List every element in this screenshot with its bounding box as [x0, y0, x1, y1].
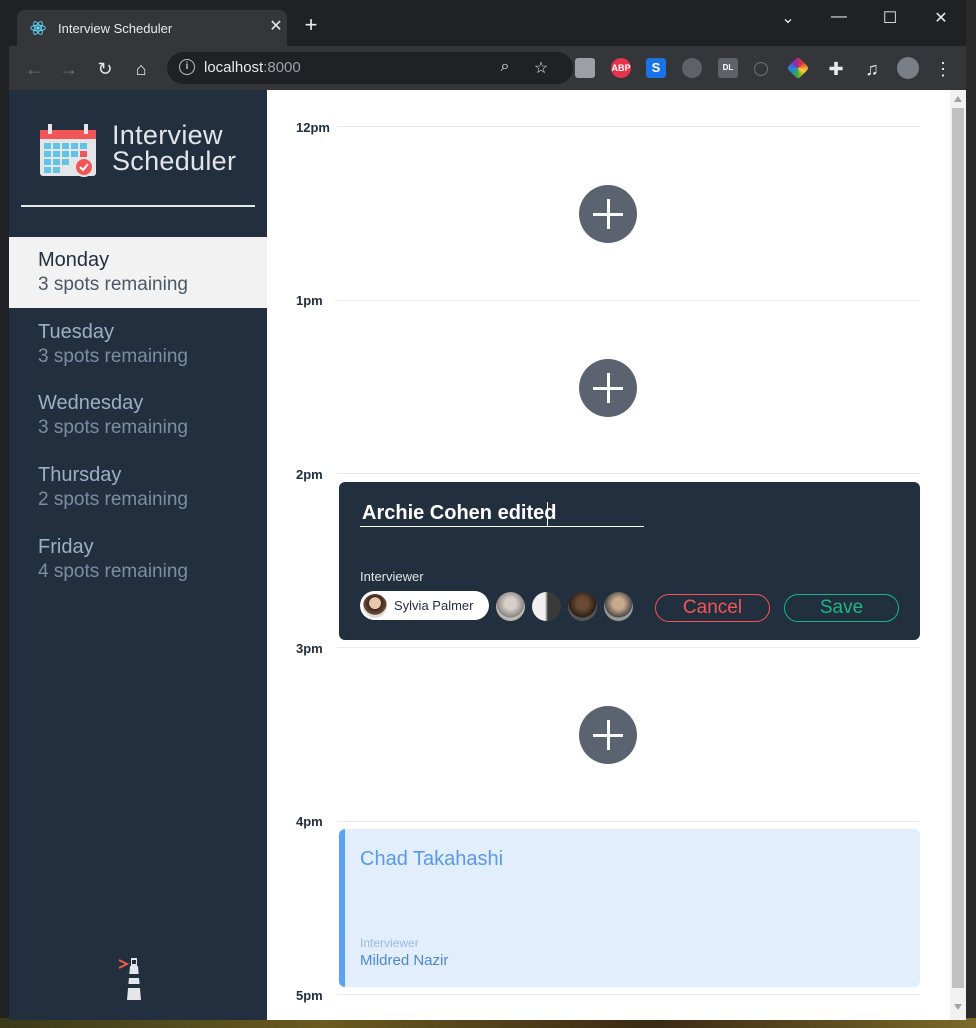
scroll-down-arrow-icon[interactable] — [954, 1004, 962, 1010]
day-spots: 3 spots remaining — [38, 346, 188, 367]
interviewer-avatar[interactable] — [604, 592, 633, 621]
bookmark-star-icon[interactable]: ☆ — [531, 58, 551, 78]
brand-divider — [21, 205, 255, 207]
profile-avatar[interactable] — [897, 57, 919, 79]
time-divider — [337, 821, 920, 822]
extension-lightbulb-icon[interactable] — [575, 58, 595, 78]
page-viewport: Interview Scheduler Monday 3 spots remai… — [9, 90, 966, 1020]
time-label-1pm: 1pm — [296, 293, 323, 308]
save-button[interactable]: Save — [784, 594, 899, 622]
tab-title: Interview Scheduler — [58, 21, 173, 36]
vertical-scrollbar[interactable] — [950, 90, 966, 1020]
tab-interview-scheduler[interactable]: Interview Scheduler ✕ — [17, 10, 287, 46]
new-tab-button[interactable]: + — [299, 14, 323, 36]
time-divider — [337, 647, 920, 648]
browser-toolbar: ← → ↻ ⌂ i localhost:8000 ⌕ ☆ ABP S DL ✚ … — [9, 46, 966, 90]
extensions-puzzle-icon[interactable]: ✚ — [825, 58, 847, 80]
media-control-icon[interactable]: ♫ — [861, 58, 883, 80]
text-caret — [547, 502, 548, 526]
interviewer-avatar[interactable] — [496, 592, 525, 621]
day-spots: 3 spots remaining — [38, 417, 188, 438]
appointment-form: Interviewer Sylvia Palmer Cancel Save — [339, 482, 920, 640]
add-appointment-button[interactable] — [579, 185, 637, 243]
zoom-icon[interactable]: ⌕ — [495, 58, 515, 76]
time-divider — [337, 994, 920, 995]
day-item-friday[interactable]: Friday 4 spots remaining — [9, 524, 267, 595]
time-label-5pm: 5pm — [296, 988, 323, 1003]
time-divider — [337, 473, 920, 474]
site-info-icon[interactable]: i — [179, 59, 195, 75]
day-name: Thursday — [38, 464, 122, 486]
time-label-12pm: 12pm — [296, 120, 330, 135]
day-item-tuesday[interactable]: Tuesday 3 spots remaining — [9, 309, 267, 380]
url-text[interactable]: localhost:8000 — [204, 59, 301, 76]
interviewer-avatar[interactable] — [568, 592, 597, 621]
day-item-wednesday[interactable]: Wednesday 3 spots remaining — [9, 380, 267, 451]
day-item-thursday[interactable]: Thursday 2 spots remaining — [9, 452, 267, 523]
time-label-2pm: 2pm — [296, 467, 323, 482]
menu-kebab-icon[interactable]: ⋮ — [932, 58, 954, 80]
appointment-card[interactable]: Chad Takahashi Interviewer Mildred Nazir — [339, 829, 920, 987]
add-appointment-button[interactable] — [579, 706, 637, 764]
appointment-interviewer-label: Interviewer — [360, 936, 419, 950]
time-divider — [337, 126, 920, 127]
time-label-4pm: 4pm — [296, 814, 323, 829]
desktop-edge — [966, 0, 976, 1028]
interviewer-name: Sylvia Palmer — [394, 598, 474, 613]
day-spots: 4 spots remaining — [38, 561, 188, 582]
day-name: Wednesday — [38, 392, 144, 414]
adblock-icon[interactable]: ABP — [611, 58, 631, 78]
home-icon[interactable]: ⌂ — [130, 58, 152, 80]
schedule: 12pm 1pm 2pm Interviewer Sylvia Palmer — [267, 90, 950, 1020]
react-icon — [30, 21, 46, 35]
appointment-interviewer-name: Mildred Nazir — [360, 952, 449, 969]
day-item-monday[interactable]: Monday 3 spots remaining — [9, 237, 267, 308]
avatar — [363, 594, 387, 618]
appointment-student: Chad Takahashi — [360, 848, 504, 870]
time-label-3pm: 3pm — [296, 641, 323, 656]
interviewer-avatar[interactable] — [532, 592, 561, 621]
lighthouse-logo-icon — [118, 958, 141, 1000]
calendar-logo-icon — [40, 124, 96, 177]
maximize-button[interactable]: ☐ — [870, 8, 910, 28]
back-icon[interactable]: ← — [23, 58, 45, 80]
loom-icon[interactable]: DL — [718, 58, 738, 78]
add-appointment-button[interactable] — [579, 359, 637, 417]
tab-search-icon[interactable]: ⌄ — [768, 8, 808, 28]
time-divider — [337, 300, 920, 301]
interviewer-label: Interviewer — [360, 569, 424, 584]
reload-icon[interactable]: ↻ — [94, 58, 116, 80]
extension-circle-icon[interactable] — [682, 58, 702, 78]
tab-strip: Interview Scheduler ✕ + ⌄ — ☐ ✕ — [9, 0, 966, 46]
extension-s-icon[interactable]: S — [646, 58, 666, 78]
minimize-button[interactable]: — — [819, 8, 859, 26]
scroll-thumb[interactable] — [952, 108, 964, 988]
extension-globe-icon[interactable] — [754, 62, 768, 76]
scroll-up-arrow-icon[interactable] — [954, 96, 962, 102]
address-bar[interactable]: i localhost:8000 ⌕ ☆ — [167, 52, 573, 84]
forward-icon[interactable]: → — [58, 58, 80, 80]
close-window-button[interactable]: ✕ — [921, 8, 961, 28]
student-name-input[interactable] — [360, 500, 644, 527]
interviewer-selected[interactable]: Sylvia Palmer — [360, 591, 489, 620]
close-tab-icon[interactable]: ✕ — [266, 17, 286, 37]
day-spots: 2 spots remaining — [38, 489, 188, 510]
day-name: Friday — [38, 536, 94, 558]
color-extension-icon[interactable] — [786, 56, 810, 80]
cancel-button[interactable]: Cancel — [655, 594, 770, 622]
browser-window: Interview Scheduler ✕ + ⌄ — ☐ ✕ ← → ↻ ⌂ … — [9, 0, 966, 1020]
day-name: Monday — [38, 249, 110, 271]
sidebar: Interview Scheduler Monday 3 spots remai… — [9, 90, 267, 1020]
day-name: Tuesday — [38, 321, 114, 343]
app-brand: Interview Scheduler — [112, 120, 237, 176]
day-spots: 3 spots remaining — [38, 274, 188, 295]
